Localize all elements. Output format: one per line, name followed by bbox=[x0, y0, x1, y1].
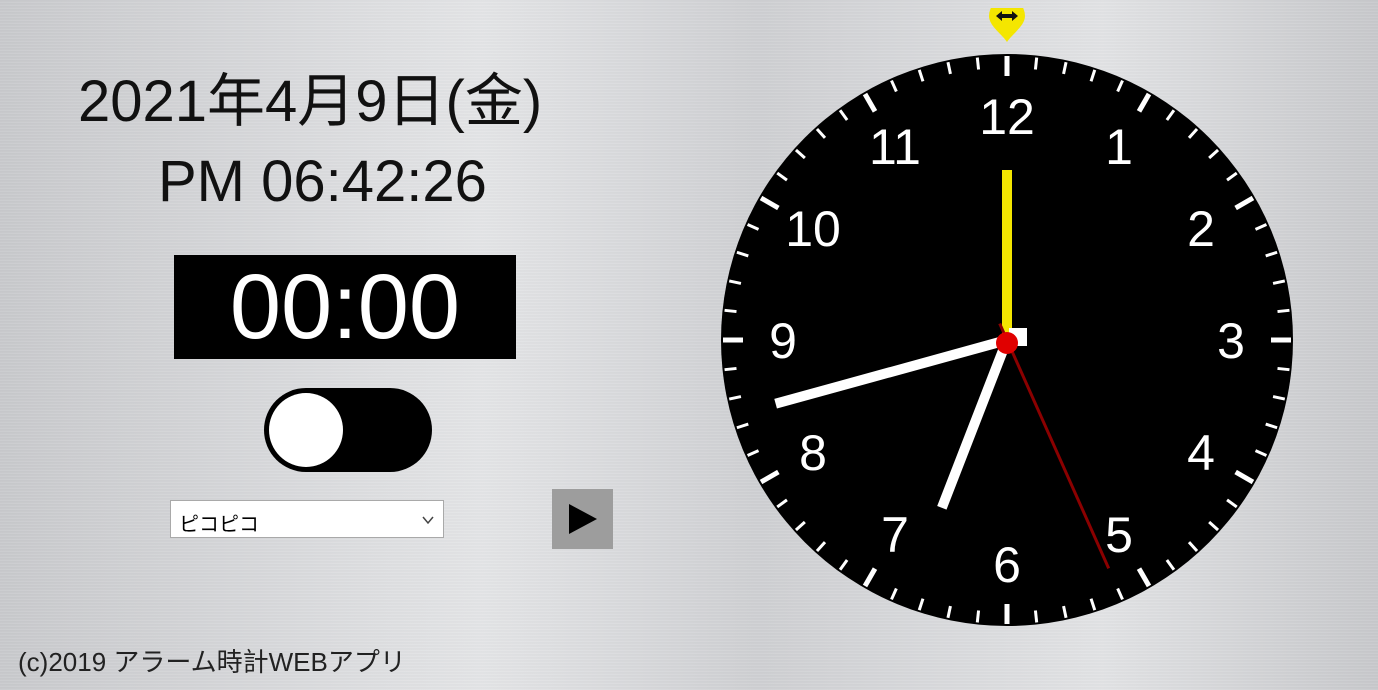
clock-numeral: 9 bbox=[769, 313, 797, 369]
clock-numeral: 1 bbox=[1105, 119, 1133, 175]
play-icon bbox=[569, 504, 597, 534]
sound-select-value: ピコピコ bbox=[179, 514, 259, 536]
minute-tick bbox=[975, 57, 981, 70]
minute-tick bbox=[724, 366, 737, 372]
clock-numeral: 7 bbox=[881, 507, 909, 563]
current-date: 2021年4月9日(金) bbox=[78, 69, 543, 134]
current-time: PM 06:42:26 bbox=[158, 149, 487, 214]
clock-numeral: 6 bbox=[993, 537, 1021, 593]
play-sound-button[interactable] bbox=[552, 489, 613, 549]
clock-numeral: 8 bbox=[799, 425, 827, 481]
analog-clock[interactable]: 121234567891011 bbox=[718, 8, 1298, 632]
toggle-knob bbox=[269, 393, 343, 467]
alarm-marker-pin bbox=[989, 8, 1025, 42]
alarm-toggle-switch[interactable] bbox=[264, 388, 432, 472]
clock-numeral: 5 bbox=[1105, 507, 1133, 563]
clock-numeral: 4 bbox=[1187, 425, 1215, 481]
alarm-timer-display: 00:00 bbox=[174, 255, 516, 359]
clock-numeral: 2 bbox=[1187, 201, 1215, 257]
minute-tick bbox=[1277, 308, 1290, 314]
minute-tick bbox=[1033, 57, 1039, 70]
clock-numeral: 12 bbox=[979, 89, 1035, 145]
clock-numeral: 11 bbox=[869, 119, 921, 175]
clock-numeral: 10 bbox=[785, 201, 841, 257]
chevron-down-icon bbox=[422, 516, 434, 525]
alarm-sound-select[interactable]: ピコピコ bbox=[170, 500, 444, 538]
minute-tick bbox=[1033, 610, 1039, 623]
minute-tick bbox=[975, 610, 981, 623]
minute-tick bbox=[724, 308, 737, 314]
minute-tick bbox=[1277, 366, 1290, 372]
center-cap bbox=[996, 332, 1018, 354]
copyright-footer: (c)2019 アラーム時計WEBアプリ bbox=[18, 647, 406, 677]
clock-numeral: 3 bbox=[1217, 313, 1245, 369]
alarm-marker-handle[interactable] bbox=[989, 8, 1025, 42]
